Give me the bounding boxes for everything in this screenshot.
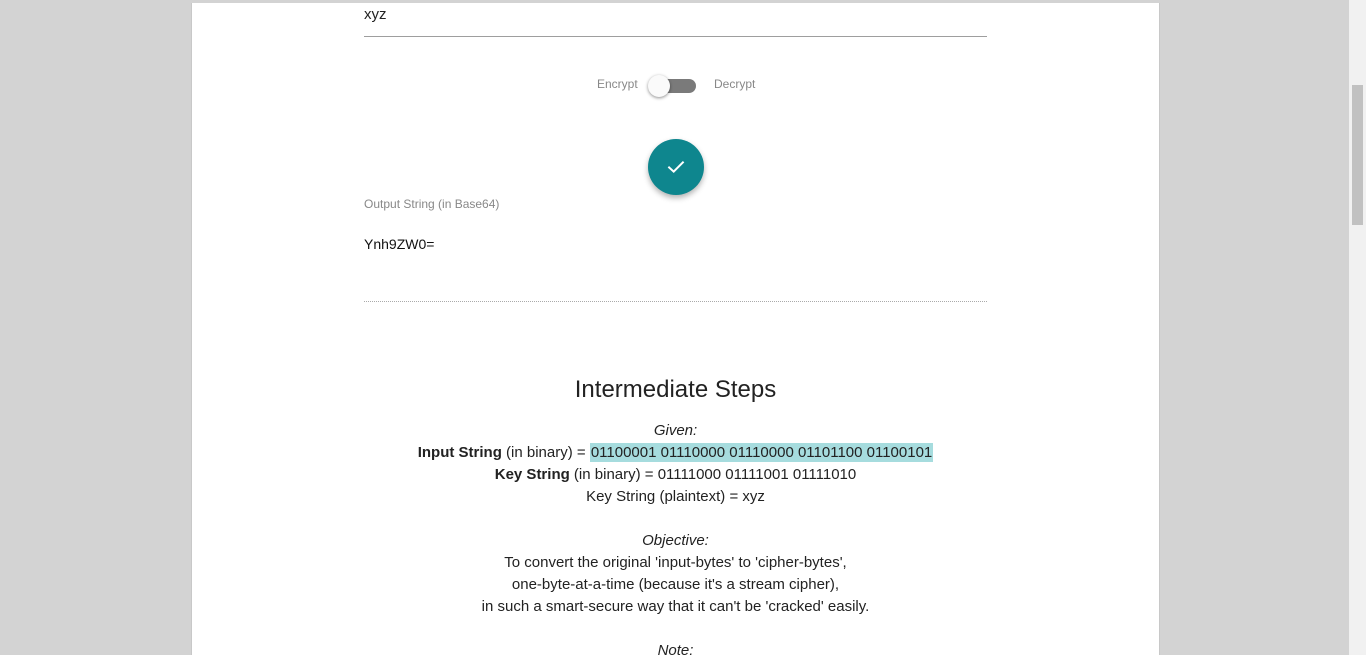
output-label: Output String (in Base64): [364, 197, 500, 211]
steps-title: Intermediate Steps: [574, 376, 777, 403]
input-string-label: Input String: [417, 444, 502, 461]
steps-content: Given: Input String (in binary) = 011000…: [192, 420, 1159, 655]
objective-line-1: To convert the original 'input-bytes' to…: [504, 554, 847, 571]
encrypt-label: Encrypt: [597, 77, 638, 91]
page-scrollbar[interactable]: [1349, 0, 1366, 655]
key-string-value[interactable]: xyz: [364, 6, 387, 23]
section-divider: [364, 301, 987, 302]
mode-toggle-row: Encrypt Decrypt: [192, 73, 1159, 97]
check-icon: [667, 160, 685, 173]
switch-thumb[interactable]: [648, 75, 670, 97]
page-card: xyz Encrypt Decrypt Output String (in Ba…: [191, 3, 1160, 655]
decrypt-label: Decrypt: [714, 77, 756, 91]
key-string-label: Key String: [494, 466, 570, 483]
given-label: Given:: [653, 422, 698, 439]
objective-line-2: one-byte-at-a-time (because it's a strea…: [511, 576, 840, 593]
input-binary-value: 01100001 01110000 01110000 01101100 0110…: [589, 443, 934, 462]
note-label: Note:: [657, 642, 694, 655]
objective-label: Objective:: [642, 532, 709, 549]
key-string-field[interactable]: xyz: [364, 3, 987, 37]
output-value: Ynh9ZW0=: [364, 236, 435, 252]
key-binary-text: (in binary) = 01111000 01111001 01111010: [569, 466, 857, 483]
objective-line-3: in such a smart-secure way that it can't…: [481, 598, 870, 615]
scrollbar-thumb[interactable]: [1352, 85, 1363, 225]
encrypt-decrypt-switch[interactable]: [648, 75, 696, 97]
submit-button[interactable]: [648, 139, 704, 195]
input-binary-text: (in binary) =: [501, 444, 590, 461]
key-plaintext: Key String (plaintext) = xyz: [586, 488, 765, 505]
